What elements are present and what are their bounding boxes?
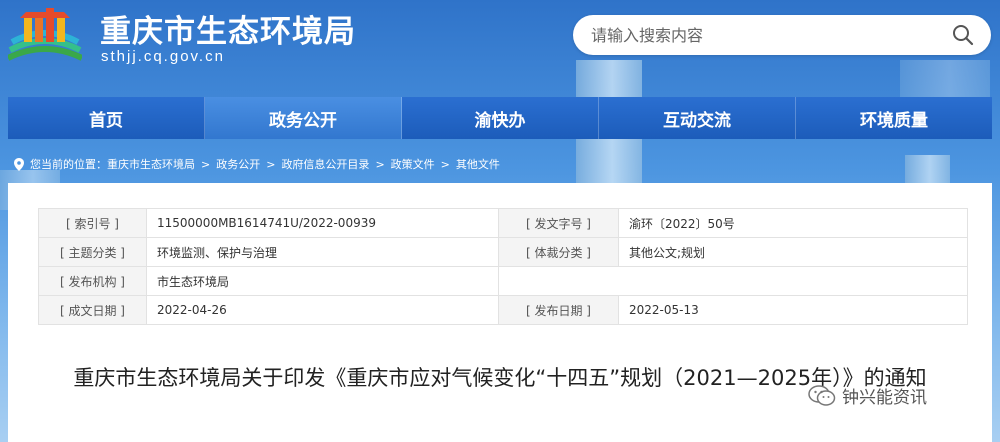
- index-value: 11500000MB1614741U/2022-00939: [146, 208, 499, 238]
- breadcrumb-item-policy-files[interactable]: 政策文件: [391, 156, 435, 172]
- breadcrumb-separator: >: [266, 157, 276, 171]
- doc-number-label: [ 发文字号 ]: [498, 208, 619, 238]
- wechat-icon: [808, 384, 836, 407]
- topic-value: 环境监测、保护与治理: [146, 237, 499, 267]
- created-date-value: 2022-04-26: [146, 295, 499, 325]
- breadcrumb-item-government-affairs[interactable]: 政务公开: [216, 156, 260, 172]
- nav-item-yukuaiban[interactable]: 渝快办: [402, 97, 599, 139]
- site-url: sthjj.cq.gov.cn: [101, 48, 225, 65]
- breadcrumb-item-home[interactable]: 重庆市生态环境局: [107, 156, 195, 172]
- search-bar: [573, 15, 991, 55]
- breadcrumb-separator: >: [375, 157, 385, 171]
- breadcrumb-prefix: 您当前的位置：: [30, 158, 107, 171]
- nav-item-environment-quality[interactable]: 环境质量: [796, 97, 992, 139]
- publisher-label: [ 发布机构 ]: [38, 266, 147, 296]
- document-meta-table: [ 索引号 ] 11500000MB1614741U/2022-00939 [ …: [38, 208, 968, 325]
- published-date-value: 2022-05-13: [618, 295, 968, 325]
- doc-number-value: 渝环〔2022〕50号: [618, 208, 968, 238]
- table-row: [ 主题分类 ] 环境监测、保护与治理 [ 体裁分类 ] 其他公文;规划: [38, 237, 968, 267]
- breadcrumb-item-other-files[interactable]: 其他文件: [456, 156, 500, 172]
- search-icon[interactable]: [952, 24, 974, 46]
- genre-value: 其他公文;规划: [618, 237, 968, 267]
- nav-item-home[interactable]: 首页: [8, 97, 205, 139]
- publisher-value: 市生态环境局: [146, 266, 499, 296]
- published-date-label: [ 发布日期 ]: [498, 295, 619, 325]
- breadcrumb-item-catalog[interactable]: 政府信息公开目录: [281, 156, 369, 172]
- search-input[interactable]: [591, 15, 941, 55]
- table-row: [ 索引号 ] 11500000MB1614741U/2022-00939 [ …: [38, 208, 968, 238]
- site-title[interactable]: 重庆市生态环境局: [100, 6, 356, 51]
- empty-cell: [498, 266, 968, 296]
- emblem-logo-icon[interactable]: [6, 4, 84, 68]
- breadcrumb-separator: >: [201, 157, 211, 171]
- genre-label: [ 体裁分类 ]: [498, 237, 619, 267]
- breadcrumb: 您当前的位置： 重庆市生态环境局 > 政务公开 > 政府信息公开目录 > 政策文…: [14, 156, 500, 172]
- tower-image: [900, 60, 990, 100]
- location-pin-icon: [14, 157, 24, 171]
- nav-item-interaction[interactable]: 互动交流: [599, 97, 796, 139]
- index-label: [ 索引号 ]: [38, 208, 147, 238]
- table-row: [ 成文日期 ] 2022-04-26 [ 发布日期 ] 2022-05-13: [38, 295, 968, 325]
- table-row: [ 发布机构 ] 市生态环境局: [38, 266, 968, 296]
- watermark: 钟兴能资讯: [808, 383, 927, 408]
- topic-label: [ 主题分类 ]: [38, 237, 147, 267]
- watermark-text: 钟兴能资讯: [842, 388, 927, 408]
- breadcrumb-separator: >: [440, 157, 450, 171]
- nav-item-government-affairs[interactable]: 政务公开: [205, 97, 402, 139]
- main-nav: 首页 政务公开 渝快办 互动交流 环境质量: [8, 97, 992, 139]
- created-date-label: [ 成文日期 ]: [38, 295, 147, 325]
